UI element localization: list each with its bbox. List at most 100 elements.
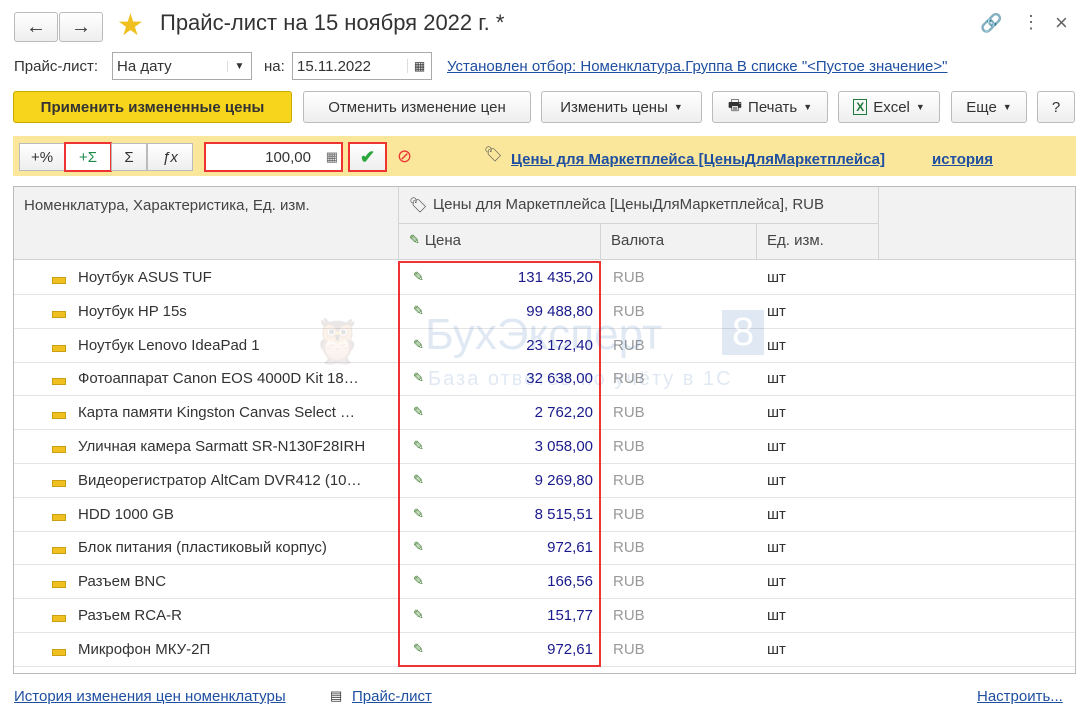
table-row[interactable]: Карта памяти Kingston Canvas Select … ✎ 2… bbox=[14, 396, 1075, 431]
add-percent-button[interactable]: +% bbox=[19, 143, 65, 171]
cancel-changes-button[interactable]: Отменить изменение цен bbox=[303, 91, 531, 123]
cell-price[interactable]: ✎ 2 762,20 bbox=[399, 404, 601, 421]
cell-unit[interactable]: шт bbox=[757, 641, 879, 658]
table-row[interactable]: Ноутбук HP 15s ✎ 99 488,80 RUB шт bbox=[14, 295, 1075, 329]
favorite-star-icon[interactable]: ★ bbox=[117, 8, 144, 43]
price-tag-icon: 🏷 bbox=[484, 146, 504, 163]
cell-price[interactable]: ✎ 23 172,40 bbox=[399, 337, 601, 354]
cell-currency[interactable]: RUB bbox=[601, 370, 757, 387]
pencil-icon: ✎ bbox=[413, 505, 424, 521]
table-row[interactable]: Разъем RCA-R ✎ 151,77 RUB шт bbox=[14, 599, 1075, 633]
print-button[interactable]: 🖶 Печать ▼ bbox=[712, 91, 828, 123]
cancel-icon[interactable]: ⊘ bbox=[397, 146, 412, 167]
date-field[interactable]: 15.11.2022 ▦ bbox=[292, 52, 432, 80]
table-row[interactable]: Блок питания (пластиковый корпус) ✎ 972,6… bbox=[14, 531, 1075, 566]
cell-price[interactable]: ✎ 3 058,00 bbox=[399, 438, 601, 455]
cell-unit[interactable]: шт bbox=[757, 303, 879, 320]
price-type-link[interactable]: Цены для Маркетплейса [ЦеныДляМаркетплей… bbox=[511, 151, 885, 168]
cell-name[interactable]: Микрофон МКУ-2П bbox=[14, 641, 399, 658]
header-unit[interactable]: Ед. изм. bbox=[757, 224, 879, 260]
table-row[interactable]: Ноутбук ASUS TUF ✎ 131 435,20 RUB шт bbox=[14, 261, 1075, 295]
excel-button[interactable]: X Excel ▼ bbox=[838, 91, 940, 123]
cell-currency[interactable]: RUB bbox=[601, 303, 757, 320]
table-row[interactable]: Микрофон МКУ-2П ✎ 972,61 RUB шт bbox=[14, 633, 1075, 667]
cell-name[interactable]: Видеорегистратор AltCam DVR412 (10… bbox=[14, 472, 399, 489]
cell-unit[interactable]: шт bbox=[757, 506, 879, 523]
cell-name[interactable]: HDD 1000 GB bbox=[14, 506, 399, 523]
sum-button[interactable]: Σ bbox=[111, 143, 147, 171]
cell-currency[interactable]: RUB bbox=[601, 506, 757, 523]
apply-prices-button[interactable]: Применить измененные цены bbox=[13, 91, 292, 123]
cell-price[interactable]: ✎ 9 269,80 bbox=[399, 472, 601, 489]
cell-price[interactable]: ✎ 8 515,51 bbox=[399, 506, 601, 523]
cell-price[interactable]: ✎ 32 638,00 bbox=[399, 370, 601, 387]
cell-unit[interactable]: шт bbox=[757, 404, 879, 421]
cell-currency[interactable]: RUB bbox=[601, 404, 757, 421]
more-label: Еще bbox=[966, 98, 997, 116]
cell-name[interactable]: Разъем BNC bbox=[14, 573, 399, 590]
cell-currency[interactable]: RUB bbox=[601, 573, 757, 590]
cell-name[interactable]: Ноутбук ASUS TUF bbox=[14, 269, 399, 286]
formula-button[interactable]: ƒx bbox=[147, 143, 193, 171]
price-list-report-link[interactable]: Прайс-лист bbox=[352, 688, 432, 705]
cell-currency[interactable]: RUB bbox=[601, 269, 757, 286]
cell-unit[interactable]: шт bbox=[757, 269, 879, 286]
cell-price[interactable]: ✎ 166,56 bbox=[399, 573, 601, 590]
price-list-select[interactable]: На дату ▼ bbox=[112, 52, 252, 80]
cell-currency[interactable]: RUB bbox=[601, 641, 757, 658]
cell-price[interactable]: ✎ 972,61 bbox=[399, 641, 601, 658]
cell-name[interactable]: Блок питания (пластиковый корпус) bbox=[14, 539, 399, 556]
cell-unit[interactable]: шт bbox=[757, 539, 879, 556]
cell-price[interactable]: ✎ 972,61 bbox=[399, 539, 601, 556]
cell-currency[interactable]: RUB bbox=[601, 472, 757, 489]
more-button[interactable]: Еще ▼ bbox=[951, 91, 1027, 123]
cell-unit[interactable]: шт bbox=[757, 337, 879, 354]
cell-currency[interactable]: RUB bbox=[601, 438, 757, 455]
confirm-check-icon[interactable]: ✔ bbox=[348, 142, 387, 172]
change-prices-button[interactable]: Изменить цены ▼ bbox=[541, 91, 702, 123]
cell-name[interactable]: Карта памяти Kingston Canvas Select … bbox=[14, 404, 399, 421]
calendar-icon[interactable]: ▦ bbox=[407, 59, 431, 73]
settings-link[interactable]: Настроить... bbox=[977, 688, 1063, 705]
calculator-icon[interactable]: ▦ bbox=[326, 149, 338, 165]
cell-unit[interactable]: шт bbox=[757, 438, 879, 455]
table-row[interactable]: Разъем BNC ✎ 166,56 RUB шт bbox=[14, 565, 1075, 600]
table-row[interactable]: Фотоаппарат Canon EOS 4000D Kit 18… ✎ 32 … bbox=[14, 362, 1075, 397]
pencil-icon: ✎ bbox=[413, 336, 424, 352]
cell-currency[interactable]: RUB bbox=[601, 337, 757, 354]
cell-price[interactable]: ✎ 99 488,80 bbox=[399, 303, 601, 320]
cell-unit[interactable]: шт bbox=[757, 472, 879, 489]
cell-name[interactable]: Фотоаппарат Canon EOS 4000D Kit 18… bbox=[14, 370, 399, 387]
link-icon[interactable]: 🔗 bbox=[980, 13, 1002, 34]
cell-unit[interactable]: шт bbox=[757, 370, 879, 387]
chevron-down-icon[interactable]: ▼ bbox=[227, 60, 251, 72]
value-input[interactable]: 100,00 ▦ bbox=[204, 142, 343, 172]
table-row[interactable]: Уличная камера Sarmatt SR-N130F28IRH ✎ 3 … bbox=[14, 430, 1075, 464]
selection-link[interactable]: Установлен отбор: Номенклатура.Группа В … bbox=[447, 58, 948, 75]
back-button[interactable]: ← bbox=[14, 12, 58, 42]
cell-name[interactable]: Уличная камера Sarmatt SR-N130F28IRH bbox=[14, 438, 399, 455]
table-row[interactable]: HDD 1000 GB ✎ 8 515,51 RUB шт bbox=[14, 498, 1075, 532]
more-icon[interactable]: ⋮ bbox=[1022, 12, 1040, 33]
cell-name[interactable]: Разъем RCA-R bbox=[14, 607, 399, 624]
help-button[interactable]: ? bbox=[1037, 91, 1075, 123]
cell-name[interactable]: Ноутбук HP 15s bbox=[14, 303, 399, 320]
add-sum-button[interactable]: +Σ bbox=[64, 142, 112, 172]
chevron-down-icon: ▼ bbox=[673, 102, 683, 112]
header-currency[interactable]: Валюта bbox=[601, 224, 757, 260]
cell-price[interactable]: ✎ 131 435,20 bbox=[399, 269, 601, 286]
cell-currency[interactable]: RUB bbox=[601, 607, 757, 624]
cell-currency[interactable]: RUB bbox=[601, 539, 757, 556]
header-price[interactable]: ✎ Цена bbox=[399, 224, 601, 260]
cell-unit[interactable]: шт bbox=[757, 573, 879, 590]
table-row[interactable]: Видеорегистратор AltCam DVR412 (10… ✎ 9 2… bbox=[14, 464, 1075, 498]
table-row[interactable]: Ноутбук Lenovo IdeaPad 1 ✎ 23 172,40 RUB … bbox=[14, 329, 1075, 363]
history-link[interactable]: история bbox=[932, 151, 993, 168]
cell-name[interactable]: Ноутбук Lenovo IdeaPad 1 bbox=[14, 337, 399, 354]
cell-price[interactable]: ✎ 151,77 bbox=[399, 607, 601, 624]
price-history-link[interactable]: История изменения цен номенклатуры bbox=[14, 688, 286, 705]
forward-button[interactable]: → bbox=[59, 12, 103, 42]
cell-unit[interactable]: шт bbox=[757, 607, 879, 624]
close-icon[interactable]: × bbox=[1055, 10, 1068, 36]
header-name[interactable]: Номенклатура, Характеристика, Ед. изм. bbox=[14, 187, 399, 260]
